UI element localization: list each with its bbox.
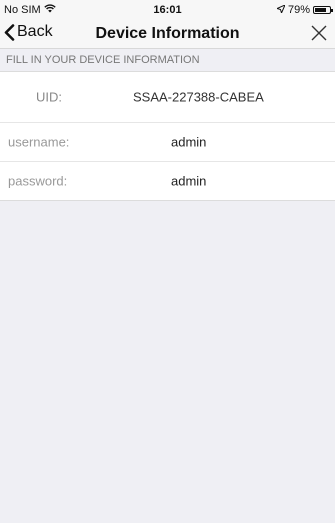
battery-icon	[313, 6, 333, 14]
close-icon	[311, 25, 327, 41]
username-label: username:	[8, 134, 70, 150]
location-arrow-icon	[275, 4, 286, 16]
status-right: 79%	[275, 4, 333, 16]
uid-value[interactable]: SSAA-227388-CABEA	[133, 90, 264, 105]
password-field[interactable]: admin	[171, 174, 206, 189]
uid-row[interactable]: UID: SSAA-227388-CABEA	[0, 72, 335, 123]
device-info-form: UID: SSAA-227388-CABEA username: admin p…	[0, 72, 335, 201]
password-row[interactable]: password: admin	[0, 162, 335, 200]
username-field[interactable]: admin	[171, 135, 206, 150]
status-bar: No SIM 16:01 79%	[0, 0, 335, 20]
uid-label: UID:	[36, 89, 62, 105]
battery-percent: 79%	[287, 4, 310, 16]
username-row[interactable]: username: admin	[0, 123, 335, 162]
page-title: Device Information	[95, 25, 240, 42]
close-button[interactable]	[311, 25, 327, 46]
navigation-bar: Back Device Information	[0, 20, 335, 49]
password-label: password:	[8, 173, 68, 189]
battery-fill	[315, 8, 327, 12]
section-header: FILL IN YOUR DEVICE INFORMATION	[0, 49, 335, 72]
